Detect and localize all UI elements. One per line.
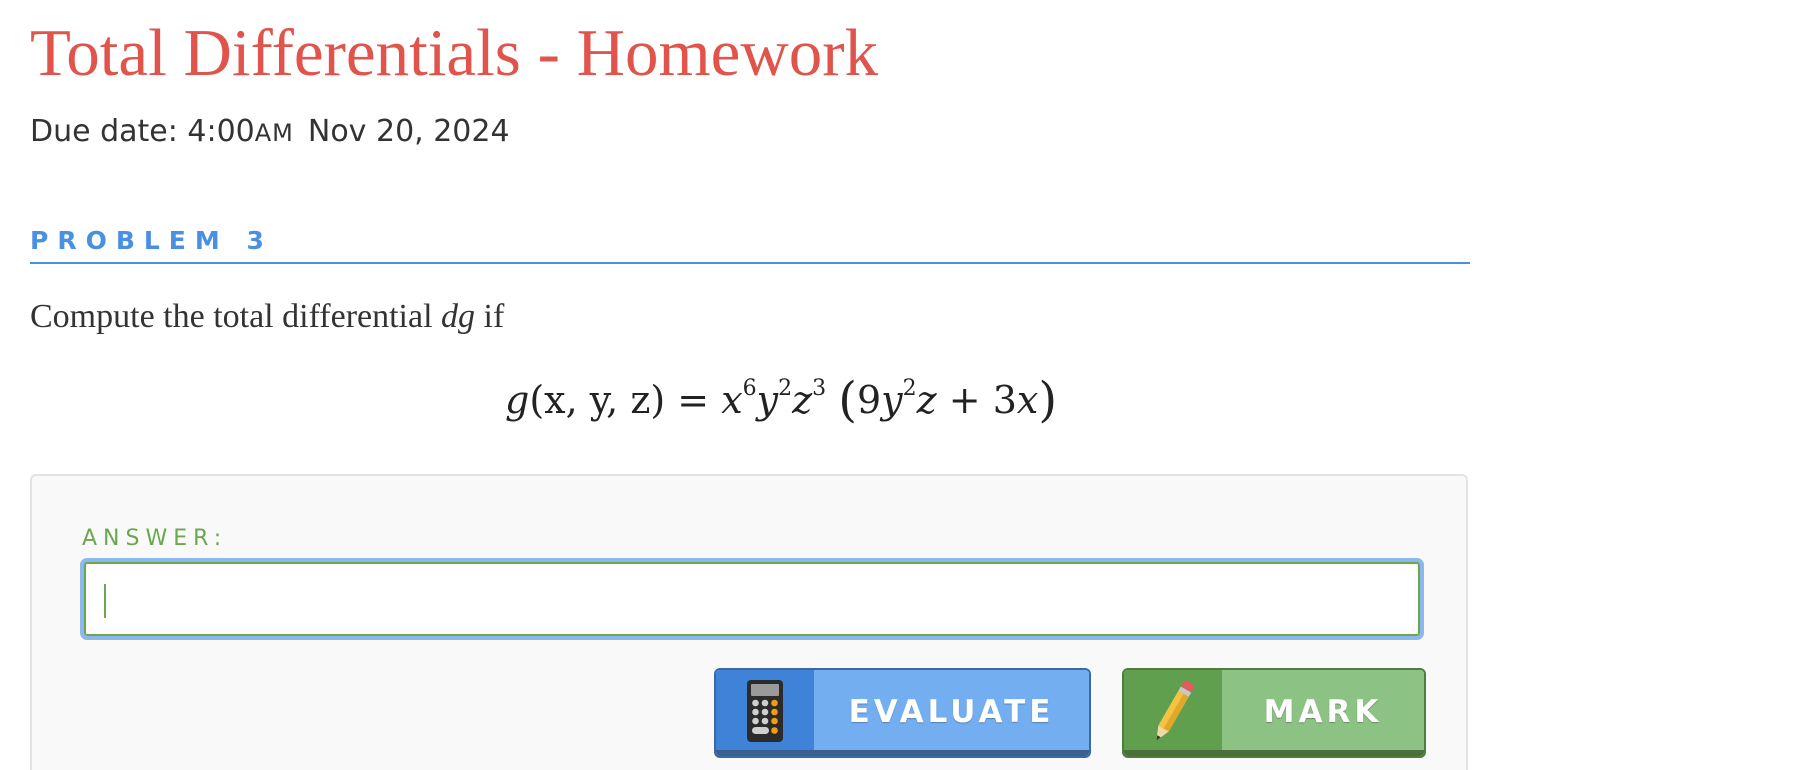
- due-date-day: Nov 20, 2024: [307, 114, 510, 149]
- eq-inner-coef: 9: [856, 378, 882, 422]
- prompt-variable: dg: [441, 298, 476, 335]
- evaluate-button-shadow: [716, 750, 1089, 756]
- mark-button[interactable]: MARK: [1122, 668, 1426, 758]
- eq-z-exp: 3: [812, 376, 827, 401]
- answer-panel: ANSWER: EVALUATE MARK: [30, 474, 1468, 770]
- eq-paren-open: (: [838, 372, 857, 428]
- eq-equals: =: [677, 378, 710, 422]
- eq-x-exp: 6: [742, 376, 757, 401]
- prompt-suffix: if: [483, 298, 505, 335]
- mark-button-label: MARK: [1222, 670, 1424, 754]
- evaluate-button-label: EVALUATE: [814, 670, 1089, 754]
- text-caret: [104, 584, 106, 618]
- pencil-icon: [1124, 670, 1222, 754]
- eq-args: (x, y, z): [529, 378, 666, 422]
- eq-inner-term: 3: [992, 378, 1017, 422]
- eq-y-exp: 2: [778, 376, 793, 401]
- problem-equation: g(x, y, z) = x6y2z3 (9y2z + 3x): [505, 372, 1057, 428]
- eq-inner-y-exp: 2: [902, 376, 917, 401]
- due-date-time: Due date: 4:00: [30, 114, 255, 149]
- eq-z: z: [792, 378, 813, 422]
- eq-inner-y: y: [881, 378, 903, 422]
- evaluate-button[interactable]: EVALUATE: [714, 668, 1091, 758]
- eq-x: x: [721, 378, 743, 422]
- answer-label: ANSWER:: [82, 526, 228, 551]
- page-title: Total Differentials - Homework: [30, 16, 879, 90]
- due-date: Due date: 4:00AM Nov 20, 2024: [30, 110, 510, 155]
- problem-prompt: Compute the total differential dg if: [30, 294, 504, 340]
- eq-inner-z: z: [916, 378, 937, 422]
- eq-plus: +: [948, 378, 981, 422]
- mark-button-shadow: [1124, 750, 1424, 756]
- prompt-text: Compute the total differential: [30, 298, 433, 335]
- problem-number-label: PROBLEM 3: [30, 226, 273, 255]
- eq-y: y: [756, 378, 779, 422]
- calculator-icon: [716, 670, 814, 754]
- answer-input-focus-ring: [80, 558, 1424, 640]
- due-date-ampm: AM: [254, 119, 294, 147]
- eq-paren-close: ): [1038, 372, 1058, 428]
- eq-function-name: g: [505, 378, 530, 422]
- eq-inner-x: x: [1016, 378, 1039, 422]
- problem-header: PROBLEM 3: [30, 222, 1470, 264]
- answer-input[interactable]: [84, 562, 1420, 636]
